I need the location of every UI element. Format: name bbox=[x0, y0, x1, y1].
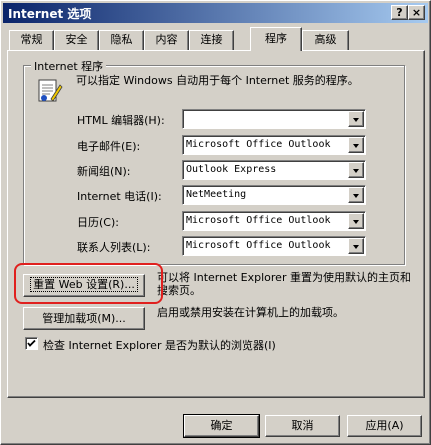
newsgroups-value: Outlook Express bbox=[186, 164, 277, 175]
chevron-down-icon[interactable] bbox=[348, 111, 364, 127]
tab-connections[interactable]: 连接 bbox=[189, 30, 234, 50]
programs-icon bbox=[38, 79, 63, 102]
help-button[interactable]: ? bbox=[391, 5, 408, 20]
reset-web-description: 可以将 Internet Explorer 重置为使用默认的主页和搜索页。 bbox=[157, 271, 411, 297]
internet-call-select[interactable]: NetMeeting bbox=[182, 185, 366, 205]
reset-web-settings-button[interactable]: 重置 Web 设置(R)... bbox=[23, 274, 145, 297]
html-editor-label: HTML 编辑器(H): bbox=[77, 114, 165, 127]
reset-web-settings-label: 重置 Web 设置(R)... bbox=[30, 277, 138, 292]
manage-addons-button[interactable]: 管理加载项(M)... bbox=[23, 307, 145, 330]
chevron-down-icon[interactable] bbox=[348, 162, 364, 178]
newsgroups-label: 新闻组(N): bbox=[77, 165, 131, 178]
contacts-label: 联系人列表(L): bbox=[77, 241, 151, 254]
group-title: Internet 程序 bbox=[31, 58, 107, 74]
chevron-down-icon[interactable] bbox=[348, 238, 364, 254]
calendar-value: Microsoft Office Outlook bbox=[186, 215, 331, 226]
internet-call-value: NetMeeting bbox=[186, 189, 247, 200]
tab-programs[interactable]: 程序 bbox=[250, 27, 302, 51]
cancel-button[interactable]: 取消 bbox=[265, 415, 340, 437]
email-value: Microsoft Office Outlook bbox=[186, 139, 331, 150]
default-browser-checkbox[interactable] bbox=[25, 337, 38, 350]
manage-addons-description: 启用或禁用安装在计算机上的加载项。 bbox=[157, 306, 344, 319]
contacts-value: Microsoft Office Outlook bbox=[186, 240, 331, 251]
tab-privacy[interactable]: 隐私 bbox=[99, 30, 144, 50]
tab-content[interactable]: 内容 bbox=[144, 30, 189, 50]
window-title: Internet 选项 bbox=[8, 7, 92, 21]
close-button[interactable]: × bbox=[408, 5, 425, 20]
internet-options-window: Internet 选项 ? × 常规 安全 隐私 内容 连接 程序 高级 Int… bbox=[0, 0, 431, 445]
email-select[interactable]: Microsoft Office Outlook bbox=[182, 135, 366, 155]
apply-button[interactable]: 应用(A) bbox=[347, 415, 422, 437]
html-editor-select[interactable] bbox=[182, 109, 366, 129]
title-bar[interactable]: Internet 选项 ? × bbox=[3, 3, 428, 23]
tab-general[interactable]: 常规 bbox=[9, 30, 54, 50]
calendar-select[interactable]: Microsoft Office Outlook bbox=[182, 211, 366, 231]
tab-security[interactable]: 安全 bbox=[54, 30, 99, 50]
chevron-down-icon[interactable] bbox=[348, 187, 364, 203]
programs-description: 可以指定 Windows 自动用于每个 Internet 服务的程序。 bbox=[76, 74, 359, 87]
chevron-down-icon[interactable] bbox=[348, 213, 364, 229]
calendar-label: 日历(C): bbox=[77, 216, 119, 229]
contacts-select[interactable]: Microsoft Office Outlook bbox=[182, 236, 366, 256]
chevron-down-icon[interactable] bbox=[348, 137, 364, 153]
ok-button[interactable]: 确定 bbox=[183, 414, 260, 438]
email-label: 电子邮件(E): bbox=[77, 140, 141, 153]
internet-call-label: Internet 电话(I): bbox=[77, 190, 162, 203]
tab-advanced[interactable]: 高级 bbox=[302, 30, 349, 50]
checkmark-icon bbox=[27, 339, 36, 347]
default-browser-label: 检查 Internet Explorer 是否为默认的浏览器(I) bbox=[43, 339, 276, 352]
newsgroups-select[interactable]: Outlook Express bbox=[182, 160, 366, 180]
